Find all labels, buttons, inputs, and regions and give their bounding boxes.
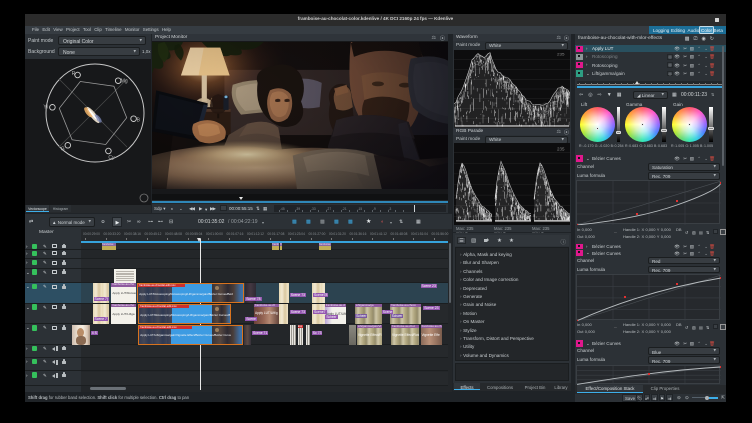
- svg-text:Yl: Yl: [43, 104, 47, 110]
- svg-text:235: 235: [557, 52, 565, 57]
- svg-text:235: 235: [557, 147, 565, 152]
- svg-text:G: G: [61, 146, 65, 152]
- svg-text:R: R: [72, 71, 76, 77]
- svg-text:Cy: Cy: [108, 155, 115, 161]
- svg-text:Mg: Mg: [121, 79, 128, 85]
- svg-text:B: B: [137, 118, 141, 124]
